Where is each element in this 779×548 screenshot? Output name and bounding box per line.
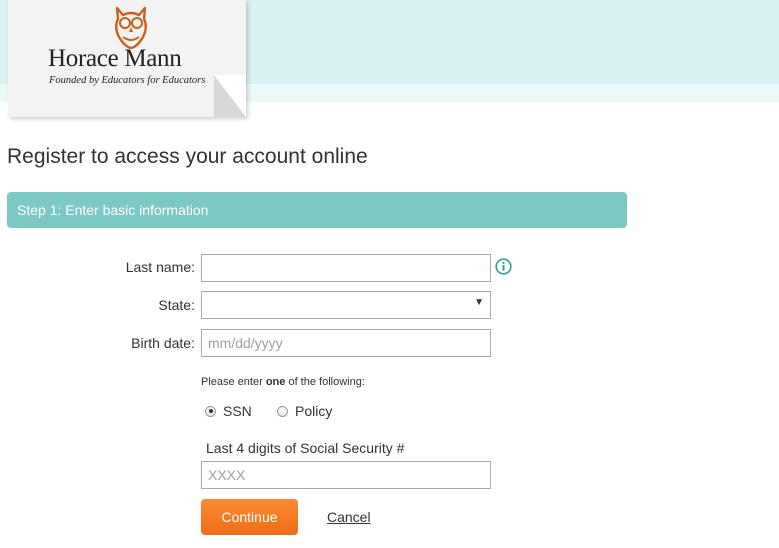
radio-policy[interactable]: Policy <box>277 403 332 419</box>
ssn-label: Last 4 digits of Social Security # <box>206 440 405 456</box>
owl-logo-icon <box>115 6 147 49</box>
radio-ssn-button[interactable] <box>205 405 216 417</box>
state-label: State: <box>158 297 195 313</box>
birth-date-label: Birth date: <box>131 335 195 351</box>
page-title: Register to access your account online <box>7 145 368 168</box>
state-select[interactable]: ▼ <box>201 291 491 319</box>
logo-card[interactable]: Horace Mann Founded by Educators for Edu… <box>8 0 246 117</box>
ssn-last4-input[interactable] <box>201 461 491 489</box>
chevron-down-icon: ▼ <box>474 297 484 308</box>
radio-policy-button[interactable] <box>277 405 288 417</box>
instruction-text-pre: Please enter <box>201 376 266 388</box>
step-label: Step 1: Enter basic information <box>17 202 209 218</box>
radio-ssn-label: SSN <box>223 403 252 419</box>
instruction-text-bold: one <box>265 376 286 388</box>
birth-date-input[interactable] <box>201 329 491 357</box>
continue-button[interactable]: Continue <box>201 499 298 535</box>
identifier-instruction: Please enter one of the following: <box>201 376 365 388</box>
brand-tagline: Founded by Educators for Educators <box>49 75 206 86</box>
cancel-link[interactable]: Cancel <box>327 509 371 525</box>
info-icon[interactable] <box>495 258 512 275</box>
instruction-text-post: of the following: <box>285 376 365 388</box>
logo-page-fold <box>214 75 246 117</box>
last-name-input[interactable] <box>201 254 491 282</box>
step-bar: Step 1: Enter basic information <box>7 192 627 228</box>
brand-name: Horace Mann <box>48 45 182 72</box>
radio-policy-label: Policy <box>295 403 333 419</box>
last-name-label: Last name: <box>125 259 195 275</box>
radio-ssn[interactable]: SSN <box>205 403 252 419</box>
